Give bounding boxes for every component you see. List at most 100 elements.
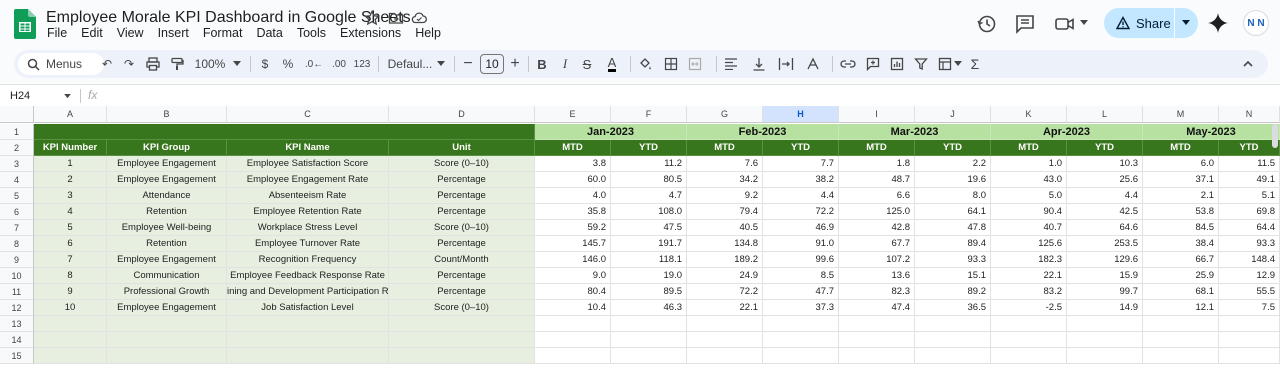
empty-cell[interactable]: [107, 332, 227, 348]
month-header[interactable]: Mar-2023: [839, 124, 991, 140]
empty-cell[interactable]: [687, 332, 763, 348]
menu-data[interactable]: Data: [249, 26, 289, 44]
empty-cell[interactable]: [107, 316, 227, 332]
insert-link-icon[interactable]: [840, 59, 856, 69]
kpi-number-cell[interactable]: 1: [34, 156, 107, 172]
kpi-group-cell[interactable]: Communication: [107, 268, 227, 284]
mtd-value-cell[interactable]: 1.8: [839, 156, 915, 172]
meet-video-icon[interactable]: [1054, 13, 1076, 35]
empty-cell[interactable]: [839, 316, 915, 332]
empty-cell[interactable]: [535, 332, 611, 348]
menu-file[interactable]: File: [40, 26, 74, 44]
insert-chart-icon[interactable]: [890, 57, 904, 71]
ytd-value-cell[interactable]: 7.7: [763, 156, 839, 172]
column-header-j[interactable]: J: [915, 106, 991, 123]
column-header-b[interactable]: B: [107, 106, 227, 123]
header-mtd[interactable]: MTD: [535, 140, 611, 156]
empty-cell[interactable]: [763, 348, 839, 364]
empty-cell[interactable]: [1143, 348, 1219, 364]
empty-cell[interactable]: [839, 348, 915, 364]
month-header[interactable]: Apr-2023: [991, 124, 1143, 140]
ytd-value-cell[interactable]: 64.1: [915, 204, 991, 220]
mtd-value-cell[interactable]: 107.2: [839, 252, 915, 268]
row-header-10[interactable]: 10: [0, 268, 34, 284]
header-ytd[interactable]: YTD: [1067, 140, 1143, 156]
name-box-chevron-icon[interactable]: [64, 94, 71, 99]
row-header-15[interactable]: 15: [0, 348, 34, 364]
empty-cell[interactable]: [611, 332, 687, 348]
kpi-number-cell[interactable]: 10: [34, 300, 107, 316]
menu-extensions[interactable]: Extensions: [333, 26, 408, 44]
kpi-number-cell[interactable]: 6: [34, 236, 107, 252]
kpi-number-cell[interactable]: 5: [34, 220, 107, 236]
ytd-value-cell[interactable]: 4.4: [1067, 188, 1143, 204]
ytd-value-cell[interactable]: 49.1: [1219, 172, 1280, 188]
mtd-value-cell[interactable]: 72.2: [687, 284, 763, 300]
empty-cell[interactable]: [763, 316, 839, 332]
kpi-unit-cell[interactable]: Score (0–10): [389, 156, 535, 172]
header-kpi-group[interactable]: KPI Group: [107, 140, 227, 156]
kpi-group-cell[interactable]: Retention: [107, 204, 227, 220]
comments-icon[interactable]: [1014, 13, 1036, 35]
row-header-8[interactable]: 8: [0, 236, 34, 252]
mtd-value-cell[interactable]: 25.9: [1143, 268, 1219, 284]
share-dropdown-chevron-icon[interactable]: [1182, 20, 1190, 26]
kpi-group-cell[interactable]: Employee Well-being: [107, 220, 227, 236]
row-header-5[interactable]: 5: [0, 188, 34, 204]
fill-color-icon[interactable]: [638, 57, 652, 71]
mtd-value-cell[interactable]: 22.1: [687, 300, 763, 316]
ytd-value-cell[interactable]: 42.5: [1067, 204, 1143, 220]
column-header-k[interactable]: K: [991, 106, 1067, 123]
row-header-13[interactable]: 13: [0, 316, 34, 332]
mtd-value-cell[interactable]: 5.0: [991, 188, 1067, 204]
kpi-name-cell[interactable]: Employee Satisfaction Score: [227, 156, 389, 172]
empty-cell[interactable]: [227, 332, 389, 348]
header-mtd[interactable]: MTD: [991, 140, 1067, 156]
empty-cell[interactable]: [535, 316, 611, 332]
merge-cells-icon[interactable]: [688, 57, 702, 71]
empty-cell[interactable]: [389, 316, 535, 332]
mtd-value-cell[interactable]: 68.1: [1143, 284, 1219, 300]
mtd-value-cell[interactable]: 90.4: [991, 204, 1067, 220]
font-dropdown-chevron-icon[interactable]: [437, 61, 445, 67]
header-unit[interactable]: Unit: [389, 140, 535, 156]
functions-icon[interactable]: Σ: [968, 50, 982, 78]
empty-cell[interactable]: [227, 348, 389, 364]
mtd-value-cell[interactable]: 48.7: [839, 172, 915, 188]
ytd-value-cell[interactable]: 99.6: [763, 252, 839, 268]
number-format-button[interactable]: 123: [353, 50, 371, 78]
kpi-group-cell[interactable]: Professional Growth: [107, 284, 227, 300]
ytd-value-cell[interactable]: 89.2: [915, 284, 991, 300]
kpi-unit-cell[interactable]: Percentage: [389, 236, 535, 252]
empty-cell[interactable]: [1219, 348, 1280, 364]
document-title[interactable]: Employee Morale KPI Dashboard in Google …: [46, 9, 411, 27]
ytd-value-cell[interactable]: 64.4: [1219, 220, 1280, 236]
kpi-name-cell[interactable]: Absenteeism Rate: [227, 188, 389, 204]
empty-cell[interactable]: [915, 348, 991, 364]
row-header-12[interactable]: 12: [0, 300, 34, 316]
ytd-value-cell[interactable]: 253.5: [1067, 236, 1143, 252]
ytd-value-cell[interactable]: 10.3: [1067, 156, 1143, 172]
mtd-value-cell[interactable]: 146.0: [535, 252, 611, 268]
column-header-h[interactable]: H: [763, 106, 839, 123]
select-all-corner[interactable]: [0, 106, 34, 123]
mtd-value-cell[interactable]: 80.4: [535, 284, 611, 300]
mtd-value-cell[interactable]: 66.7: [1143, 252, 1219, 268]
empty-cell[interactable]: [763, 332, 839, 348]
ytd-value-cell[interactable]: 11.2: [611, 156, 687, 172]
empty-cell[interactable]: [227, 316, 389, 332]
format-currency-button[interactable]: $: [258, 50, 272, 78]
mtd-value-cell[interactable]: 40.7: [991, 220, 1067, 236]
mtd-value-cell[interactable]: 2.1: [1143, 188, 1219, 204]
mtd-value-cell[interactable]: 6.6: [839, 188, 915, 204]
column-header-e[interactable]: E: [535, 106, 611, 123]
mtd-value-cell[interactable]: 12.1: [1143, 300, 1219, 316]
empty-cell[interactable]: [1219, 316, 1280, 332]
ytd-value-cell[interactable]: 191.7: [611, 236, 687, 252]
mtd-value-cell[interactable]: 59.2: [535, 220, 611, 236]
ytd-value-cell[interactable]: 47.5: [611, 220, 687, 236]
row-header-2[interactable]: 2: [0, 140, 34, 156]
column-header-f[interactable]: F: [611, 106, 687, 123]
borders-icon[interactable]: [664, 57, 678, 71]
empty-cell[interactable]: [34, 332, 107, 348]
